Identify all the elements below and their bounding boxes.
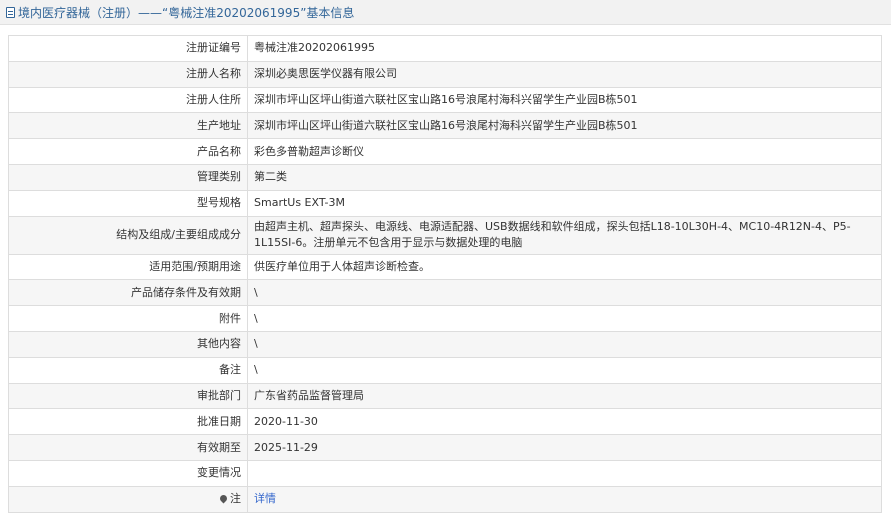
note-label-cell: 注 (8, 485, 248, 513)
row-label: 适用范围/预期用途 (8, 253, 248, 281)
row-value: \ (247, 356, 882, 384)
row-label: 审批部门 (8, 382, 248, 410)
row-value: 深圳市坪山区坪山街道六联社区宝山路16号浪尾村海科兴留学生产业园B栋501 (247, 112, 882, 140)
table-row: 注册人名称 深圳必奥思医学仪器有限公司 (8, 60, 882, 88)
table-row: 产品名称 彩色多普勒超声诊断仪 (8, 138, 882, 165)
row-label: 注册人住所 (8, 86, 248, 114)
table-row: 生产地址 深圳市坪山区坪山街道六联社区宝山路16号浪尾村海科兴留学生产业园B栋5… (8, 112, 882, 140)
row-value: \ (247, 330, 882, 358)
info-table: 注册证编号 粤械注准20202061995 注册人名称 深圳必奥思医学仪器有限公… (8, 35, 882, 513)
table-row: 型号规格 SmartUs EXT-3M (8, 189, 882, 217)
table-row: 附件 \ (8, 305, 882, 332)
table-row: 批准日期 2020-11-30 (8, 408, 882, 436)
row-label: 管理类别 (8, 163, 248, 191)
table-row: 结构及组成/主要组成成分 由超声主机、超声探头、电源线、电源适配器、USB数据线… (8, 215, 882, 255)
table-row: 管理类别 第二类 (8, 163, 882, 191)
row-label: 附件 (8, 305, 248, 332)
row-label: 其他内容 (8, 330, 248, 358)
table-row: 备注 \ (8, 356, 882, 384)
row-value: 供医疗单位用于人体超声诊断检查。 (247, 253, 882, 281)
row-label: 批准日期 (8, 408, 248, 436)
row-value: 广东省药品监督管理局 (247, 382, 882, 410)
table-row: 产品储存条件及有效期 \ (8, 279, 882, 307)
row-value: 由超声主机、超声探头、电源线、电源适配器、USB数据线和软件组成，探头包括L18… (247, 215, 882, 255)
row-value (247, 459, 882, 487)
table-row: 变更情况 (8, 459, 882, 487)
table-row: 审批部门 广东省药品监督管理局 (8, 382, 882, 410)
row-value: 深圳市坪山区坪山街道六联社区宝山路16号浪尾村海科兴留学生产业园B栋501 (247, 86, 882, 114)
row-value: 彩色多普勒超声诊断仪 (247, 138, 882, 165)
table-row: 其他内容 \ (8, 330, 882, 358)
table-row: 适用范围/预期用途 供医疗单位用于人体超声诊断检查。 (8, 253, 882, 281)
page-title: 境内医疗器械（注册）——“粤械注准20202061995”基本信息 (18, 5, 355, 20)
row-value: 粤械注准20202061995 (247, 35, 882, 62)
pin-icon (218, 493, 229, 504)
row-label: 生产地址 (8, 112, 248, 140)
row-label: 产品名称 (8, 138, 248, 165)
row-label: 产品储存条件及有效期 (8, 279, 248, 307)
row-label: 变更情况 (8, 459, 248, 487)
row-label: 备注 (8, 356, 248, 384)
page-header: 境内医疗器械（注册）——“粤械注准20202061995”基本信息 (0, 0, 891, 25)
note-label: 注 (230, 492, 241, 506)
row-value: 第二类 (247, 163, 882, 191)
document-icon (6, 6, 15, 18)
table-row: 有效期至 2025-11-29 (8, 434, 882, 461)
row-value: 2020-11-30 (247, 408, 882, 436)
detail-link[interactable]: 详情 (254, 492, 276, 505)
row-label: 型号规格 (8, 189, 248, 217)
table-row: 注册人住所 深圳市坪山区坪山街道六联社区宝山路16号浪尾村海科兴留学生产业园B栋… (8, 86, 882, 114)
note-row: 注 详情 (8, 485, 882, 513)
row-value: \ (247, 305, 882, 332)
row-value: 2025-11-29 (247, 434, 882, 461)
row-label: 结构及组成/主要组成成分 (8, 215, 248, 255)
row-value: \ (247, 279, 882, 307)
note-value-cell: 详情 (247, 485, 882, 513)
row-value: 深圳必奥思医学仪器有限公司 (247, 60, 882, 88)
table-row: 注册证编号 粤械注准20202061995 (8, 35, 882, 62)
row-label: 注册证编号 (8, 35, 248, 62)
row-label: 有效期至 (8, 434, 248, 461)
row-value: SmartUs EXT-3M (247, 189, 882, 217)
row-label: 注册人名称 (8, 60, 248, 88)
